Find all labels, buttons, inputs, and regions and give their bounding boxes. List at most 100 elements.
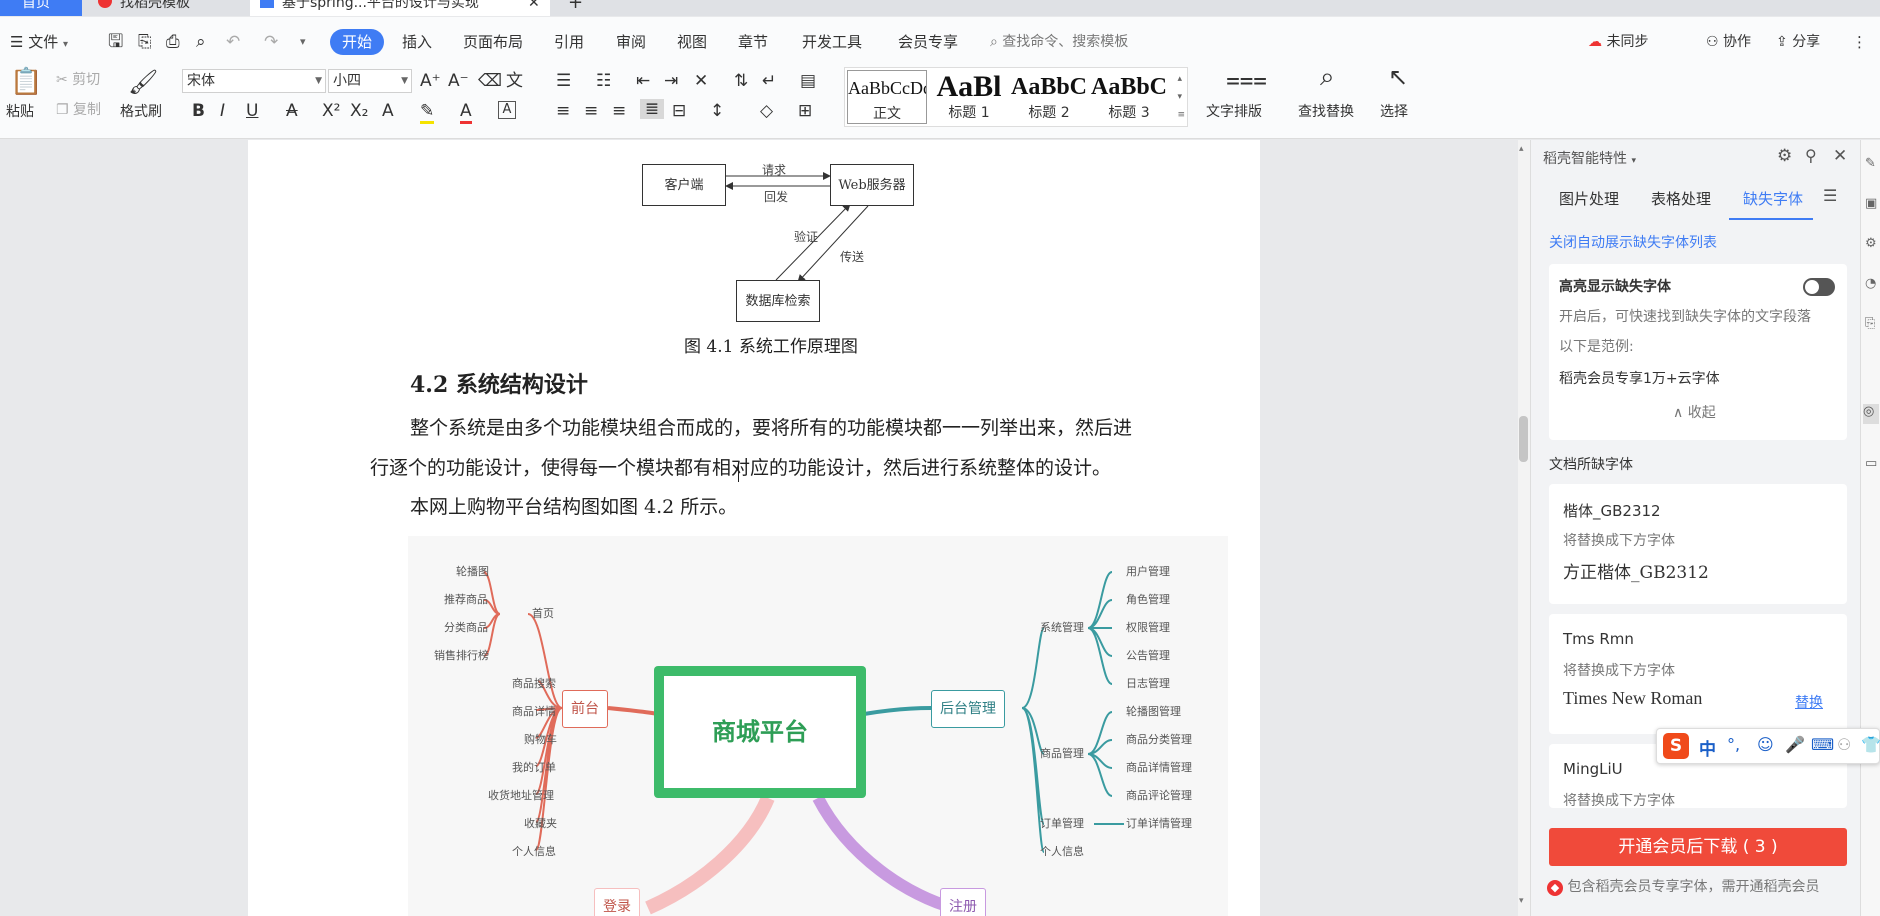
strip-icon[interactable]: ▭ xyxy=(1865,456,1877,471)
save-icon[interactable]: 🖫 xyxy=(108,29,123,55)
highlight-icon[interactable]: ✎ xyxy=(420,101,435,124)
menu-tab-review[interactable]: 审阅 xyxy=(616,29,646,55)
italic-icon[interactable]: I xyxy=(220,101,225,121)
decrease-indent-icon[interactable]: ⇤ xyxy=(636,71,650,91)
replace-link[interactable]: 替换 xyxy=(1795,692,1823,712)
find-replace-button[interactable]: 查找替换 xyxy=(1298,103,1354,121)
microphone-icon[interactable]: 🎤 xyxy=(1785,735,1805,754)
font-color-icon[interactable]: A xyxy=(460,101,472,124)
line-spacing-icon[interactable]: ↕ xyxy=(710,101,724,121)
tab-document[interactable]: 基于spring...平台的设计与实现 ✕ xyxy=(250,0,550,16)
underline-icon[interactable]: U xyxy=(246,101,258,121)
char-border-icon[interactable]: A xyxy=(498,101,516,119)
panel-title[interactable]: 稻壳智能特性 ▾ xyxy=(1543,148,1636,168)
menu-tab-chapter[interactable]: 章节 xyxy=(738,29,768,55)
keyboard-icon[interactable]: ⌨ xyxy=(1811,735,1834,754)
command-search-input[interactable]: 查找命令、搜索模板 xyxy=(1002,34,1128,50)
select-button[interactable]: 选择 xyxy=(1380,103,1408,121)
grow-font-icon[interactable]: A⁺ xyxy=(420,71,441,91)
skin-icon[interactable]: 👕 xyxy=(1861,735,1880,754)
bullet-list-icon[interactable]: ☰ xyxy=(556,71,571,91)
punctuation-icon[interactable]: °, xyxy=(1727,735,1740,754)
style-heading-1[interactable]: AaBl 标题 1 xyxy=(929,70,1009,124)
close-tab-icon[interactable]: ✕ xyxy=(528,0,540,10)
ime-toolbar[interactable]: S 中 °, ☺ 🎤 ⌨ ⚇ 👕 xyxy=(1656,728,1880,764)
quick-access-chevron-icon[interactable]: ▾ xyxy=(300,29,306,55)
strip-icon[interactable]: ⎘ xyxy=(1865,316,1875,331)
strip-icon[interactable]: ◔ xyxy=(1865,276,1876,291)
distribute-icon[interactable]: ⊟ xyxy=(672,101,686,121)
align-left-icon[interactable]: ≡ xyxy=(556,101,570,121)
download-button[interactable]: 开通会员后下载 ( 3 ) xyxy=(1549,828,1847,866)
document-page[interactable]: 客户端 Web服务器 数据库检索 请求 回发 验证 传送 图 4.1 系统工作原… xyxy=(248,140,1260,916)
menu-tab-insert[interactable]: 插入 xyxy=(402,29,432,55)
text-layout-icon[interactable]: ⩶ xyxy=(1226,67,1267,91)
copy-button[interactable]: ❐ 复制 xyxy=(56,101,101,119)
font-size-select[interactable]: 小四 ▼ xyxy=(328,69,412,93)
justify-icon[interactable]: ≣ xyxy=(640,99,664,119)
strip-icon[interactable]: ✎ xyxy=(1865,156,1876,171)
sort-icon[interactable]: ⇅ xyxy=(734,71,748,91)
scroll-down-icon[interactable]: ▾ xyxy=(1519,896,1524,906)
close-icon[interactable]: ✕ xyxy=(1833,146,1847,166)
close-auto-show-link[interactable]: 关闭自动展示缺失字体列表 xyxy=(1549,232,1717,252)
style-gallery-scroll-icon[interactable]: ▴ ▾ ≡ xyxy=(1177,70,1185,124)
document-canvas[interactable]: 客户端 Web服务器 数据库检索 请求 回发 验证 传送 图 4.1 系统工作原… xyxy=(0,140,1518,916)
collab-button[interactable]: ⚇ 协作 xyxy=(1706,29,1751,55)
format-painter-icon[interactable]: 🖌 xyxy=(128,67,158,97)
numbered-list-icon[interactable]: ☷ xyxy=(596,71,611,91)
bold-icon[interactable]: B xyxy=(192,101,205,121)
ime-lang[interactable]: 中 xyxy=(1699,735,1716,760)
share-button[interactable]: ⇪ 分享 xyxy=(1776,29,1820,55)
document-scrollbar[interactable]: ▴ ▾ xyxy=(1518,140,1530,916)
align-center-icon[interactable]: ≡ xyxy=(584,101,598,121)
chinese-layout-icon[interactable]: ✕ xyxy=(694,71,708,91)
strip-icon[interactable]: ⚙ xyxy=(1865,236,1877,251)
panel-tab-table[interactable]: 表格处理 xyxy=(1651,188,1711,209)
export-pdf-icon[interactable]: ⎘ xyxy=(138,29,152,55)
align-right-icon[interactable]: ≡ xyxy=(612,101,626,121)
table-lines-icon[interactable]: ▤ xyxy=(800,71,816,91)
panel-menu-icon[interactable]: ☰ xyxy=(1823,186,1837,205)
print-preview-icon[interactable]: ⌕ xyxy=(196,29,206,55)
menu-tab-home[interactable]: 开始 xyxy=(330,29,385,55)
text-layout-button[interactable]: 文字排版 xyxy=(1206,103,1262,121)
command-search[interactable]: ⌕ 查找命令、搜索模板 xyxy=(990,29,1128,55)
menu-tab-member[interactable]: 会员专享 xyxy=(898,29,958,55)
strip-icon-active[interactable]: ◎ xyxy=(1863,404,1879,424)
paste-icon[interactable]: 📋 xyxy=(10,67,42,97)
show-marks-icon[interactable]: ↵ xyxy=(762,71,776,91)
print-icon[interactable]: ⎙ xyxy=(166,29,180,55)
panel-tab-missing-fonts[interactable]: 缺失字体 xyxy=(1743,188,1803,209)
paste-button[interactable]: 粘贴 xyxy=(6,103,34,121)
strikethrough-icon[interactable]: A xyxy=(286,101,298,121)
increase-indent-icon[interactable]: ⇥ xyxy=(664,71,678,91)
subscript-icon[interactable]: X₂ xyxy=(350,101,368,121)
collapse-button[interactable]: ∧ 收起 xyxy=(1673,402,1716,422)
style-normal[interactable]: AaBbCcDd 正文 xyxy=(847,70,927,124)
gear-icon[interactable]: ⚙ xyxy=(1777,146,1792,166)
scroll-up-icon[interactable]: ▴ xyxy=(1519,144,1524,154)
style-heading-3[interactable]: AaBbC 标题 3 xyxy=(1089,70,1169,124)
tab-home[interactable]: 首页 xyxy=(0,0,82,16)
menu-tab-developer[interactable]: 开发工具 xyxy=(802,29,862,55)
menu-tab-view[interactable]: 视图 xyxy=(677,29,707,55)
highlight-toggle[interactable] xyxy=(1803,278,1835,296)
menu-tab-references[interactable]: 引用 xyxy=(554,29,584,55)
file-menu[interactable]: ☰ 文件 ▾ xyxy=(10,29,68,55)
text-effect-icon[interactable]: A xyxy=(382,101,394,121)
menu-tab-page-layout[interactable]: 页面布局 xyxy=(463,29,523,55)
scroll-thumb[interactable] xyxy=(1519,416,1528,462)
panel-tab-image[interactable]: 图片处理 xyxy=(1559,188,1619,209)
phonetic-guide-icon[interactable]: 文 xyxy=(506,71,523,91)
borders-icon[interactable]: ⊞ xyxy=(798,101,812,121)
pin-icon[interactable]: ⚲ xyxy=(1805,146,1817,165)
shading-icon[interactable]: ◇ xyxy=(760,101,773,121)
font-name-select[interactable]: 宋体 ▼ xyxy=(182,69,326,93)
tab-docer-template[interactable]: 找稻壳模板 xyxy=(84,0,244,16)
format-painter-button[interactable]: 格式刷 xyxy=(120,103,162,121)
clear-format-icon[interactable]: ⌫ xyxy=(478,71,502,91)
find-replace-icon[interactable]: ⌕ xyxy=(1320,64,1335,90)
new-tab-button[interactable]: + xyxy=(568,0,588,16)
undo-icon[interactable]: ↶ xyxy=(226,29,240,55)
